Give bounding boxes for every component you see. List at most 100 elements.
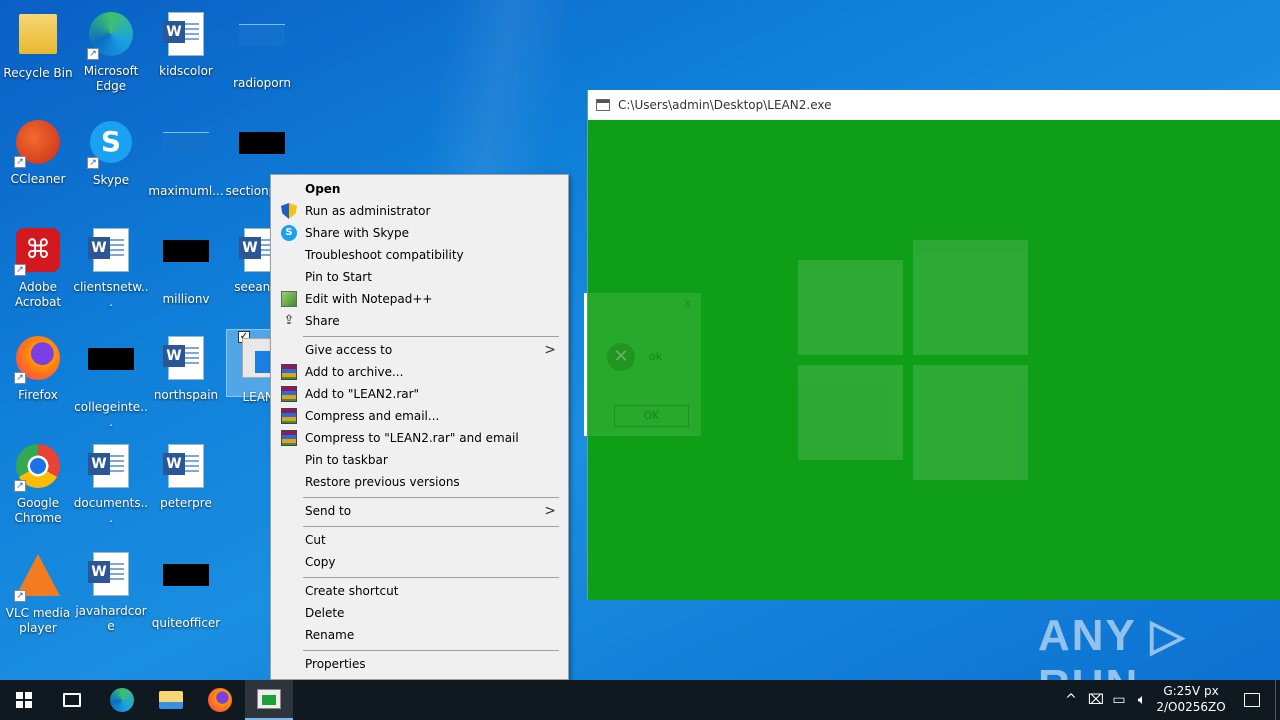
vlc-icon: ↗ xyxy=(14,554,62,602)
notification-center-button[interactable] xyxy=(1232,680,1272,720)
blank-file-icon xyxy=(162,132,210,180)
desktop-icon-kidscolor[interactable]: W kidscolor xyxy=(148,10,224,79)
desktop-icon-collegeinte[interactable]: collegeinte... xyxy=(73,334,149,430)
acrobat-icon: ⌘ ↗ xyxy=(14,228,62,276)
menu-item-delete[interactable]: Delete xyxy=(273,602,566,624)
context-menu[interactable]: Open Run as administrator S Share with Sk… xyxy=(270,174,569,680)
word-document-icon: W xyxy=(87,444,135,492)
menu-item-cut[interactable]: Cut xyxy=(273,529,566,551)
menu-separator xyxy=(303,577,559,578)
menu-item-add-to-archive[interactable]: Add to archive... xyxy=(273,361,566,383)
desktop-icon-skype[interactable]: S ↗ Skype xyxy=(73,118,149,188)
desktop-icon-google-chrome[interactable]: ↗ Google Chrome xyxy=(0,442,76,526)
blank-file-icon xyxy=(238,132,286,180)
desktop-icon-northspain[interactable]: W northspain xyxy=(148,334,224,403)
chevron-right-icon: > xyxy=(544,503,556,519)
desktop-icon-label: millionv xyxy=(162,292,210,306)
windows-start-icon xyxy=(16,692,32,708)
desktop-icon-label: quiteofficer xyxy=(151,616,221,630)
desktop-icon-label: Adobe Acrobat xyxy=(14,280,62,309)
menu-item-properties[interactable]: Properties xyxy=(273,653,566,675)
firefox-icon: ↗ xyxy=(14,336,62,384)
desktop-icon-millionv[interactable]: millionv xyxy=(148,226,224,307)
network-icon[interactable]: ▭ xyxy=(1108,680,1130,720)
desktop-icon-radioporn[interactable]: radioporn xyxy=(224,10,300,91)
desktop-icon-label: northspain xyxy=(153,388,219,402)
menu-item-edit-with-notepadpp[interactable]: Edit with Notepad++ xyxy=(273,288,566,310)
folder-icon xyxy=(14,14,62,62)
menu-item-share[interactable]: ⇪ Share xyxy=(273,310,566,332)
menu-item-pin-to-taskbar[interactable]: Pin to taskbar xyxy=(273,449,566,471)
volume-icon[interactable]: 🔈︎ xyxy=(1131,680,1153,720)
share-icon: ⇪ xyxy=(283,313,295,328)
menu-item-add-to-lean2-rar[interactable]: Add to "LEAN2.rar" xyxy=(273,383,566,405)
taskbar-file-explorer-button[interactable] xyxy=(147,680,195,720)
console-app-icon xyxy=(257,689,281,709)
ccleaner-icon: ↗ xyxy=(14,120,62,168)
taskbar-edge-button[interactable] xyxy=(98,680,146,720)
word-document-icon: W xyxy=(87,552,135,600)
menu-item-run-as-administrator[interactable]: Run as administrator xyxy=(273,200,566,222)
menu-separator xyxy=(303,336,559,337)
desktop-icon-maximuml[interactable]: maximuml... xyxy=(148,118,224,199)
desktop-icon-recycle-bin[interactable]: Recycle Bin xyxy=(0,10,76,81)
desktop-icon-javahardcore[interactable]: W javahardcore xyxy=(73,550,149,634)
menu-item-give-access-to[interactable]: Give access to > xyxy=(273,339,566,361)
desktop-icon-label: radioporn xyxy=(233,76,291,90)
desktop-icon-label: Recycle Bin xyxy=(3,66,73,80)
desktop-icon-ccleaner[interactable]: ↗ CCleaner xyxy=(0,118,76,187)
close-icon[interactable]: X xyxy=(684,299,691,310)
desktop-icon-quiteofficer[interactable]: quiteofficer xyxy=(148,550,224,631)
blank-file-icon xyxy=(162,564,210,612)
menu-item-create-shortcut[interactable]: Create shortcut xyxy=(273,580,566,602)
desktop-icon-label: clientsnetw... xyxy=(73,280,149,309)
task-view-button[interactable] xyxy=(48,680,96,720)
file-explorer-icon xyxy=(159,691,183,709)
winrar-icon xyxy=(281,408,297,424)
menu-item-pin-to-start[interactable]: Pin to Start xyxy=(273,266,566,288)
menu-item-restore-previous-versions[interactable]: Restore previous versions xyxy=(273,471,566,493)
console-titlebar[interactable]: C:\Users\admin\Desktop\LEAN2.exe xyxy=(588,90,1280,120)
edge-icon: ↗ xyxy=(87,12,135,60)
desktop-icon-firefox[interactable]: ↗ Firefox xyxy=(0,334,76,403)
desktop-icon-label: maximuml... xyxy=(148,184,224,198)
desktop-icon-documents[interactable]: W documents... xyxy=(73,442,149,526)
desktop-icon-label: kidscolor xyxy=(159,64,213,78)
tray-app-icon[interactable]: ⌧ xyxy=(1085,680,1107,720)
desktop-icon-microsoft-edge[interactable]: ↗ Microsoft Edge xyxy=(73,10,149,94)
ok-button[interactable]: OK xyxy=(614,405,689,427)
blank-file-icon xyxy=(87,348,135,396)
console-app-icon xyxy=(596,99,610,111)
taskbar-lean2-console-button[interactable] xyxy=(245,680,293,720)
skype-icon: S ↗ xyxy=(87,121,135,169)
blank-file-icon xyxy=(162,240,210,288)
word-document-icon: W xyxy=(162,444,210,492)
desktop-icon-label: peterpre xyxy=(160,496,212,510)
start-button[interactable] xyxy=(0,680,48,720)
shield-icon xyxy=(281,203,297,219)
desktop-icon-peterpre[interactable]: W peterpre xyxy=(148,442,224,511)
taskbar-firefox-button[interactable] xyxy=(196,680,244,720)
menu-item-rename[interactable]: Rename xyxy=(273,624,566,646)
skype-icon: S xyxy=(281,225,297,241)
menu-item-share-with-skype[interactable]: S Share with Skype xyxy=(273,222,566,244)
winrar-icon xyxy=(281,364,297,380)
menu-item-troubleshoot-compatibility[interactable]: Troubleshoot compatibility xyxy=(273,244,566,266)
tray-overflow-chevron-icon[interactable]: ^ xyxy=(1060,680,1082,720)
desktop-icon-clientsnetw[interactable]: W clientsnetw... xyxy=(73,226,149,310)
taskbar-clock[interactable]: G:25V px 2/O0256ZO xyxy=(1152,683,1230,715)
menu-item-compress-and-email[interactable]: Compress and email... xyxy=(273,405,566,427)
message-text: ok xyxy=(649,350,663,363)
show-desktop-button[interactable] xyxy=(1275,680,1280,720)
word-document-icon: W xyxy=(87,228,135,276)
menu-item-compress-to-rar-and-email[interactable]: Compress to "LEAN2.rar" and email xyxy=(273,427,566,449)
menu-item-open[interactable]: Open xyxy=(273,178,566,200)
error-icon: ✕ xyxy=(607,343,635,371)
desktop-icon-label: collegeinte... xyxy=(74,400,148,429)
error-message-box[interactable]: X ✕ ok OK xyxy=(584,293,701,436)
desktop-icon-vlc-media-player[interactable]: ↗ VLC media player xyxy=(0,550,76,636)
desktop-icon-adobe-acrobat[interactable]: ⌘ ↗ Adobe Acrobat xyxy=(0,226,76,310)
menu-item-send-to[interactable]: Send to > xyxy=(273,500,566,522)
notepadpp-icon xyxy=(281,291,297,307)
menu-item-copy[interactable]: Copy xyxy=(273,551,566,573)
